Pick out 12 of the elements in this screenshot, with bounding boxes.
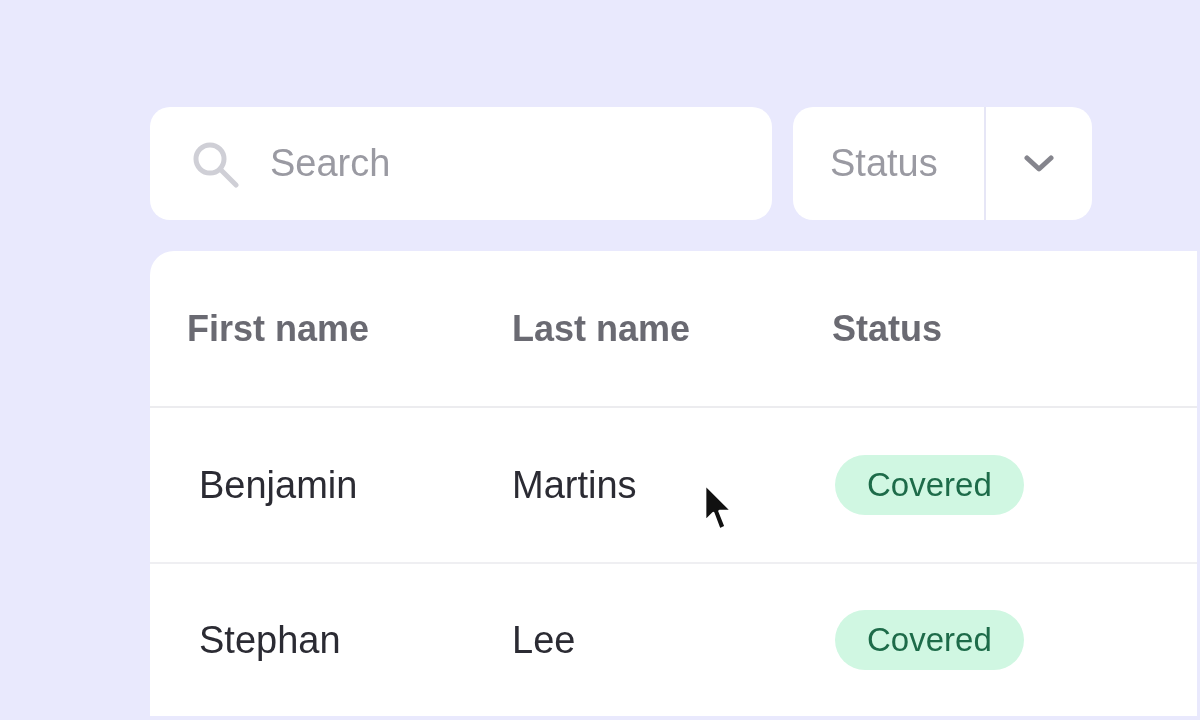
table-cell: Benjamin (150, 407, 475, 563)
search-icon (191, 140, 239, 188)
table-cell: Lee (475, 563, 795, 716)
column-header: Status (795, 251, 1197, 407)
status-badge: Covered (835, 610, 1024, 670)
column-header: Last name (475, 251, 795, 407)
status-badge: Covered (835, 455, 1024, 515)
status-dropdown[interactable]: Status (793, 107, 1092, 220)
column-header: First name (150, 251, 475, 407)
chevron-down-icon (1024, 155, 1054, 172)
search-field[interactable]: Search (150, 107, 772, 220)
table-cell: Stephan (150, 563, 475, 716)
